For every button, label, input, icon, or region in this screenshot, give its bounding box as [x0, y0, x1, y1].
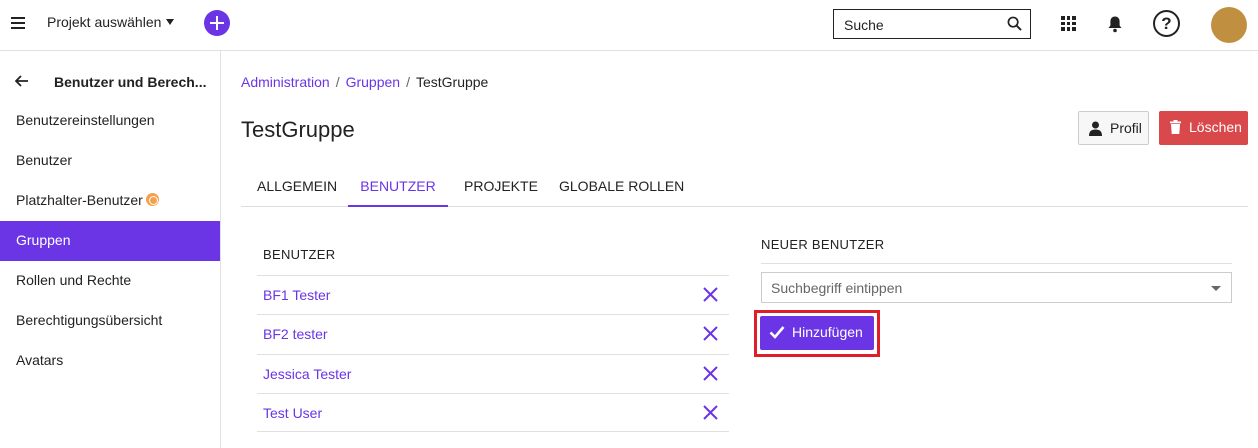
add-user-button-label: Hinzufügen	[792, 324, 863, 340]
sidebar-item-benutzereinstellungen[interactable]: Benutzereinstellungen	[0, 101, 220, 141]
breadcrumb-link-gruppen[interactable]: Gruppen	[346, 74, 400, 90]
tab-bar: ALLGEMEIN BENUTZER PROJEKTE GLOBALE ROLL…	[241, 166, 1248, 207]
sidebar-item-label: Benutzereinstellungen	[16, 112, 155, 128]
profile-button-label: Profil	[1110, 120, 1142, 136]
breadcrumb-current: TestGruppe	[415, 74, 489, 90]
close-icon[interactable]	[703, 287, 718, 302]
sidebar-item-label: Platzhalter-Benutzer	[16, 192, 143, 208]
user-link[interactable]: Test User	[263, 405, 322, 421]
tab-globale-rollen[interactable]: GLOBALE ROLLEN	[559, 166, 684, 207]
project-select-label: Projekt auswählen	[47, 14, 162, 30]
close-icon[interactable]	[703, 405, 718, 420]
sidebar-item-berechtigungsuebersicht[interactable]: Berechtigungsübersicht	[0, 301, 220, 341]
new-user-section-heading: NEUER BENUTZER	[761, 237, 1232, 264]
user-link[interactable]: Jessica Tester	[263, 366, 351, 382]
breadcrumb: Administration / Gruppen / TestGruppe	[241, 74, 488, 90]
enterprise-icon	[145, 193, 159, 206]
sidebar-item-label: Benutzer	[16, 152, 73, 168]
sidebar-title: Benutzer und Berech...	[54, 74, 207, 90]
table-row: BF2 tester	[257, 314, 729, 353]
delete-button-label: Löschen	[1189, 119, 1242, 135]
tab-benutzer[interactable]: BENUTZER	[348, 166, 448, 207]
page-title: TestGruppe	[241, 117, 355, 142]
bell-icon[interactable]	[1107, 15, 1123, 33]
user-icon	[1089, 121, 1102, 136]
table-row: Test User	[257, 393, 729, 432]
user-search-select[interactable]: Suchbegriff eintippen	[761, 272, 1232, 303]
add-icon[interactable]	[204, 10, 230, 36]
table-row: BF1 Tester	[257, 275, 729, 314]
sidebar-item-label: Rollen und Rechte	[16, 272, 132, 288]
search-field[interactable]	[833, 9, 1031, 39]
user-search-placeholder: Suchbegriff eintippen	[771, 280, 903, 296]
check-icon	[769, 326, 785, 339]
caret-down-icon	[166, 19, 175, 25]
menu-icon[interactable]	[11, 17, 25, 29]
breadcrumb-separator: /	[406, 74, 410, 90]
sidebar-item-label: Gruppen	[16, 232, 71, 248]
chevron-down-icon[interactable]	[1211, 286, 1221, 291]
close-icon[interactable]	[703, 326, 718, 341]
user-link[interactable]: BF1 Tester	[263, 287, 330, 303]
delete-button[interactable]: Löschen	[1159, 111, 1248, 145]
avatar[interactable]	[1211, 7, 1247, 43]
tab-allgemein[interactable]: ALLGEMEIN	[257, 166, 337, 207]
search-icon[interactable]	[1007, 16, 1022, 31]
search-input[interactable]	[844, 17, 1004, 33]
sidebar: Benutzer und Berech... Benutzereinstellu…	[0, 51, 221, 448]
table-row: Jessica Tester	[257, 354, 729, 393]
users-section-heading: BENUTZER	[263, 247, 336, 262]
modules-grid-icon[interactable]	[1061, 16, 1076, 31]
breadcrumb-link-administration[interactable]: Administration	[241, 74, 330, 90]
close-icon[interactable]	[703, 366, 718, 381]
sidebar-item-label: Avatars	[16, 352, 64, 368]
trash-icon	[1170, 120, 1181, 134]
top-bar: Projekt auswählen ?	[0, 0, 1258, 51]
tab-projekte[interactable]: PROJEKTE	[464, 166, 538, 207]
sidebar-item-rollen-und-rechte[interactable]: Rollen und Rechte	[0, 261, 220, 301]
help-icon[interactable]: ?	[1153, 10, 1180, 37]
back-arrow-icon[interactable]	[15, 75, 29, 87]
sidebar-item-gruppen[interactable]: Gruppen	[0, 221, 220, 261]
sidebar-item-avatars[interactable]: Avatars	[0, 341, 220, 381]
add-user-button[interactable]: Hinzufügen	[760, 316, 874, 350]
breadcrumb-separator: /	[335, 74, 340, 90]
sidebar-item-benutzer[interactable]: Benutzer	[0, 141, 220, 181]
profile-button[interactable]: Profil	[1078, 111, 1149, 145]
user-link[interactable]: BF2 tester	[263, 326, 328, 342]
sidebar-item-platzhalter-benutzer[interactable]: Platzhalter-Benutzer	[0, 181, 220, 221]
sidebar-item-label: Berechtigungsübersicht	[16, 312, 163, 328]
project-select[interactable]: Projekt auswählen	[47, 14, 175, 30]
